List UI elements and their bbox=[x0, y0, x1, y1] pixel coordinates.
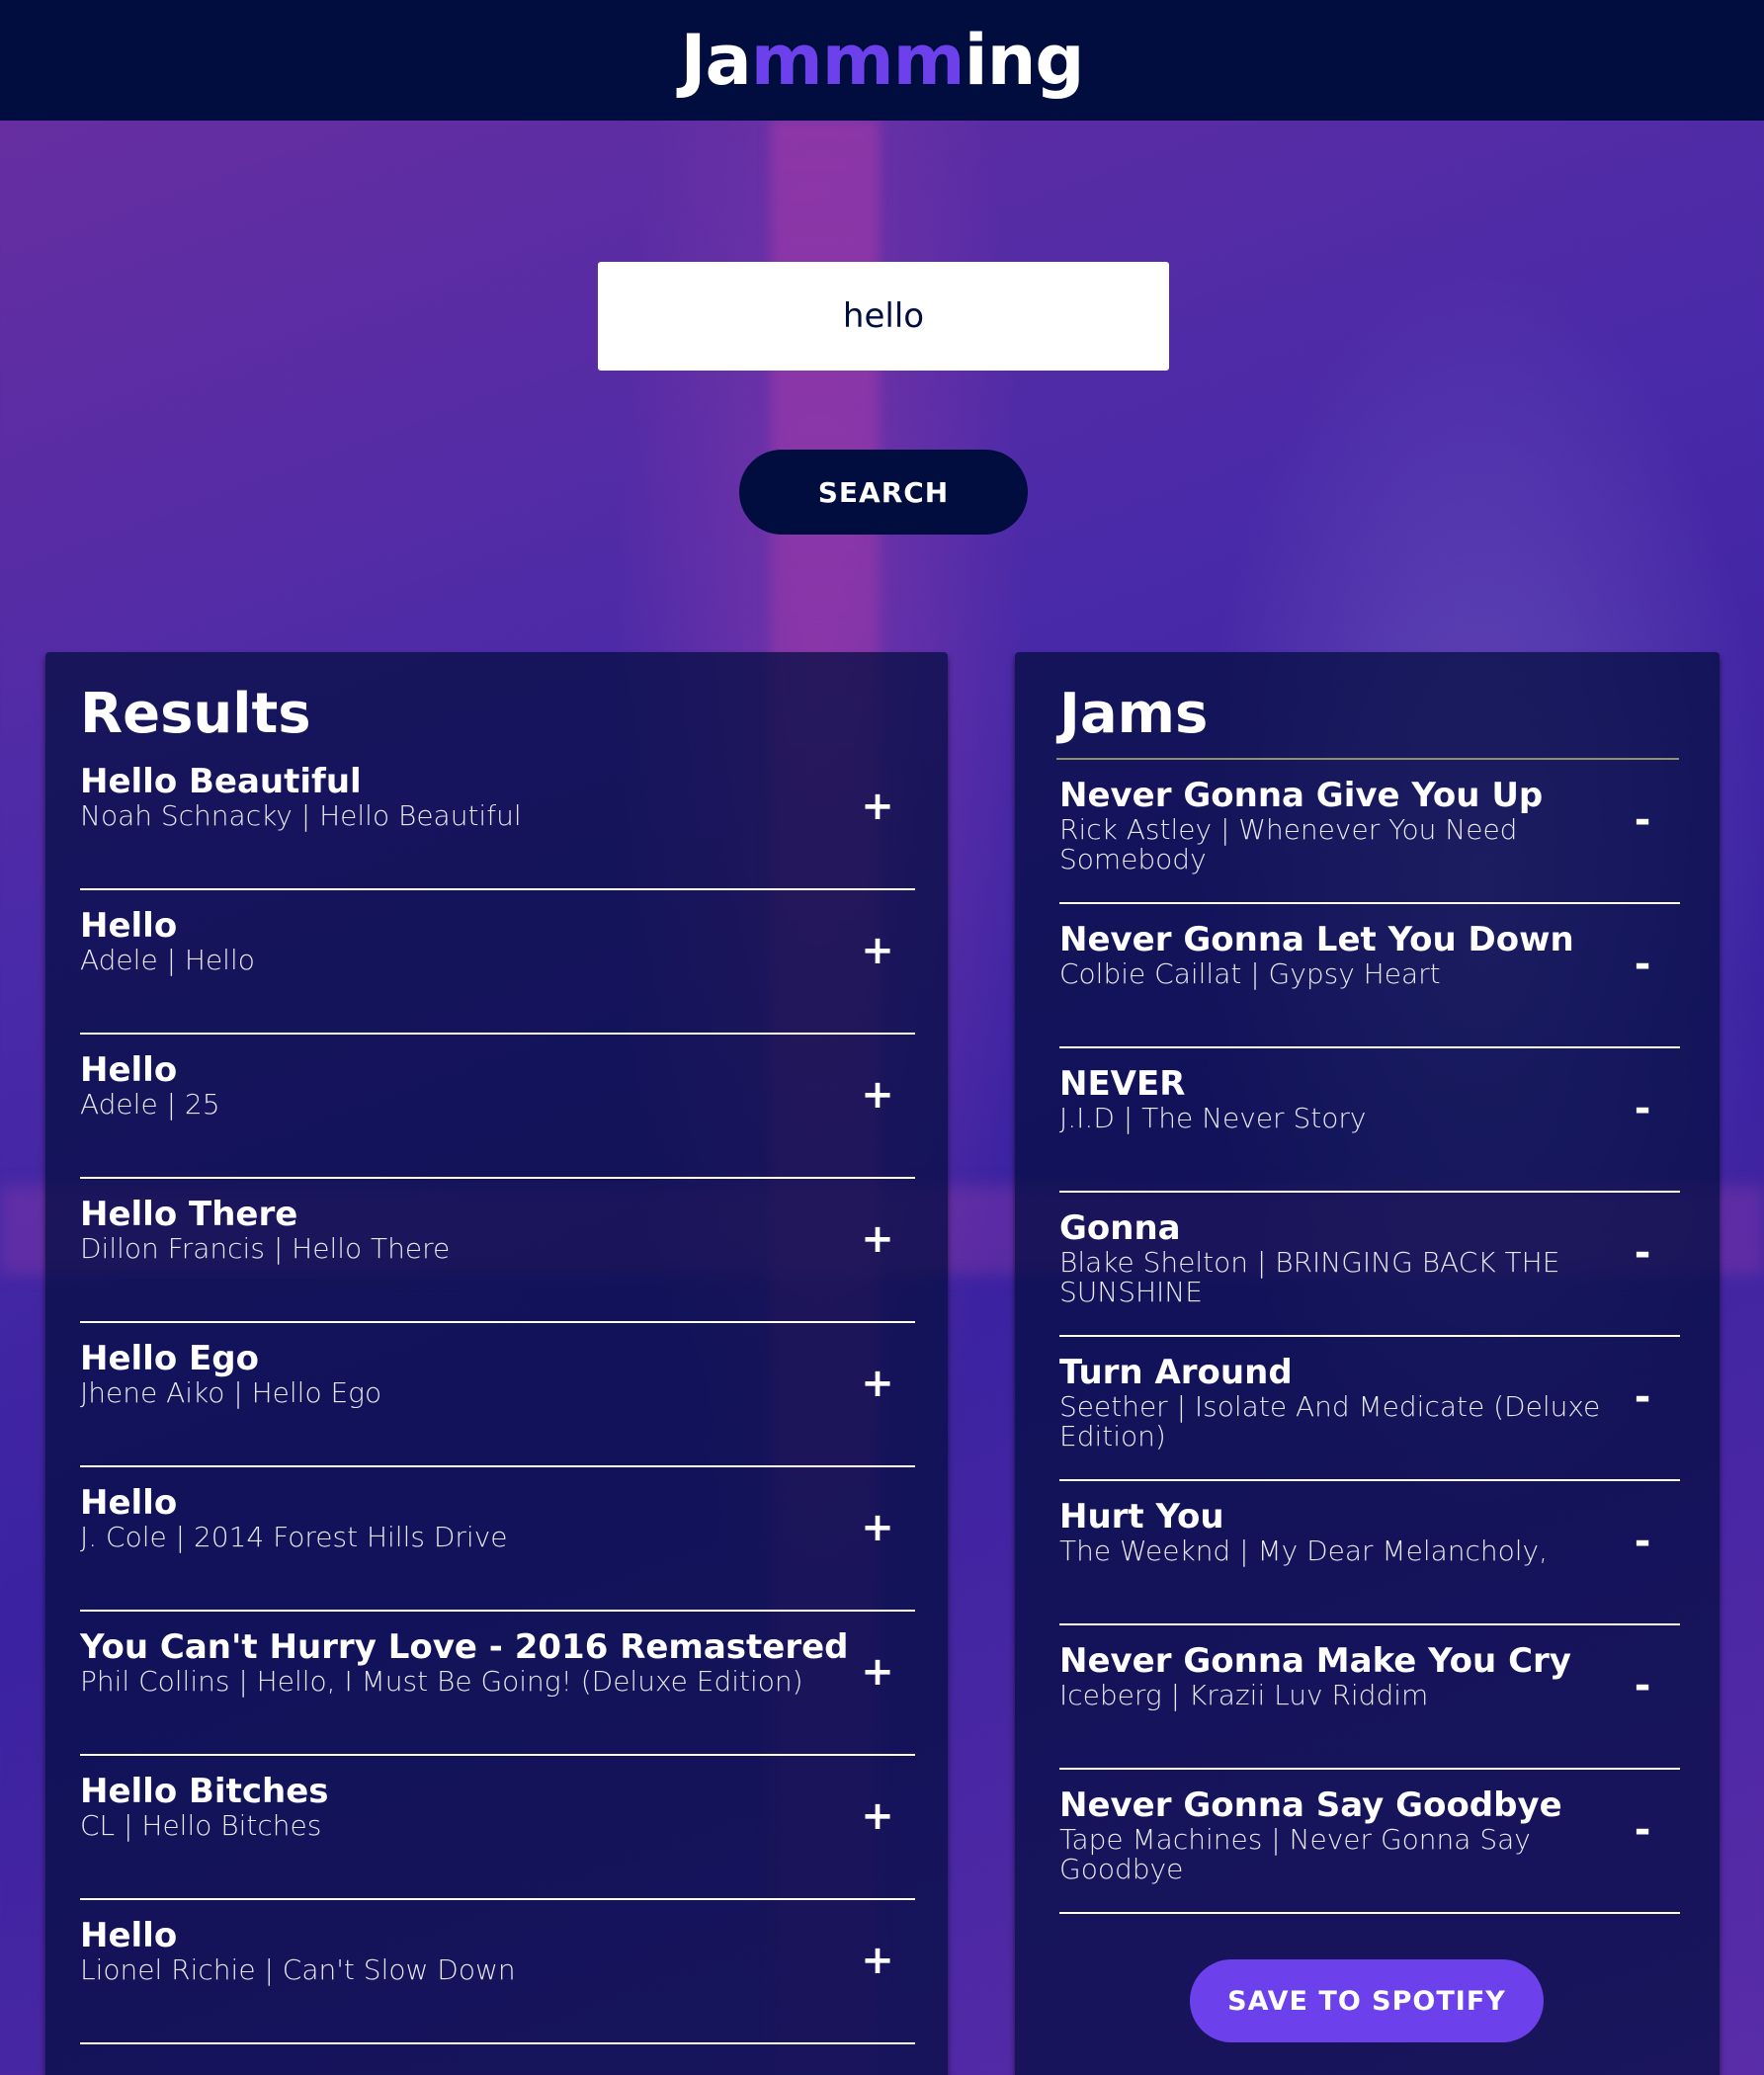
add-track-button[interactable]: + bbox=[858, 782, 897, 831]
track-info: Hello Bitches CL | Hello Bitches bbox=[80, 1772, 831, 1841]
track-name: Turn Around bbox=[1059, 1353, 1293, 1392]
track-name: Hurt You bbox=[1059, 1497, 1224, 1536]
track-info: Turn Around Seether | Isolate And Medica… bbox=[1059, 1353, 1613, 1452]
result-track: Hello Bitches CL | Hello Bitches + bbox=[80, 1756, 915, 1900]
search-input[interactable] bbox=[598, 262, 1169, 371]
track-artist-album: Jhene Aiko | Hello Ego bbox=[80, 1376, 382, 1409]
track-info: You Can't Hurry Love - 2016 Remastered P… bbox=[80, 1627, 849, 1698]
results-panel: Results Hello Beautiful Noah Schnacky | … bbox=[45, 652, 948, 2075]
result-track: Hello J. Cole | 2014 Forest Hills Drive … bbox=[80, 1467, 915, 1612]
track-name: Never Gonna Give You Up bbox=[1059, 776, 1544, 815]
track-artist-album: The Weeknd | My Dear Melancholy, bbox=[1059, 1535, 1549, 1567]
remove-track-button[interactable]: - bbox=[1623, 1661, 1662, 1710]
track-info: Hello J. Cole | 2014 Forest Hills Drive bbox=[80, 1483, 831, 1552]
track-name: Hello bbox=[80, 1050, 178, 1090]
track-info: Never Gonna Say Goodbye Tape Machines | … bbox=[1059, 1785, 1613, 1884]
track-info: Never Gonna Let You Down Colbie Caillat … bbox=[1059, 920, 1613, 989]
result-track: Hello Ego Jhene Aiko | Hello Ego + bbox=[80, 1323, 915, 1467]
app-header: Jammming bbox=[0, 0, 1764, 121]
remove-track-button[interactable]: - bbox=[1623, 1228, 1662, 1278]
track-info: Hurt You The Weeknd | My Dear Melancholy… bbox=[1059, 1497, 1613, 1566]
search-bar bbox=[598, 262, 1169, 371]
track-artist-album: Tape Machines | Never Gonna Say Goodbye bbox=[1059, 1823, 1531, 1885]
track-name: You Can't Hurry Love - 2016 Remastered bbox=[80, 1627, 849, 1667]
playlist-panel: Jams Never Gonna Give You Up Rick Astley… bbox=[1015, 652, 1720, 2075]
track-name: Hello Bitches bbox=[80, 1772, 329, 1811]
add-track-button[interactable]: + bbox=[858, 1214, 897, 1264]
track-artist-album: Iceberg | Krazii Luv Riddim bbox=[1059, 1679, 1429, 1711]
result-track: Hello Adele | 25 + bbox=[80, 1035, 915, 1179]
playlist-track: Gonna Blake Shelton | BRINGING BACK THE … bbox=[1059, 1193, 1680, 1337]
track-name: NEVER bbox=[1059, 1064, 1186, 1104]
remove-track-button[interactable]: - bbox=[1623, 1517, 1662, 1566]
app-logo: Jammming bbox=[680, 20, 1085, 101]
track-artist-album: Seether | Isolate And Medicate (Deluxe E… bbox=[1059, 1390, 1601, 1452]
track-artist-album: Phil Collins | Hello, I Must Be Going! (… bbox=[80, 1665, 803, 1698]
add-track-button[interactable]: + bbox=[858, 1503, 897, 1552]
logo-text-end: ing bbox=[964, 20, 1085, 101]
track-name: Hello bbox=[80, 906, 178, 946]
playlist-track: Never Gonna Make You Cry Iceberg | Krazi… bbox=[1059, 1625, 1680, 1770]
save-to-spotify-button[interactable]: SAVE TO SPOTIFY bbox=[1190, 1959, 1544, 2042]
add-track-button[interactable]: + bbox=[858, 926, 897, 975]
track-artist-album: J.I.D | The Never Story bbox=[1059, 1102, 1367, 1134]
playlist-track: Never Gonna Give You Up Rick Astley | Wh… bbox=[1059, 760, 1680, 904]
track-artist-album: Lionel Richie | Can't Slow Down bbox=[80, 1953, 516, 1986]
track-name: Gonna bbox=[1059, 1208, 1181, 1248]
playlist-track: Never Gonna Say Goodbye Tape Machines | … bbox=[1059, 1770, 1680, 1914]
track-name: Never Gonna Say Goodbye bbox=[1059, 1785, 1562, 1825]
playlist-track: NEVER J.I.D | The Never Story - bbox=[1059, 1048, 1680, 1193]
track-name: Hello bbox=[80, 1483, 178, 1523]
remove-track-button[interactable]: - bbox=[1623, 940, 1662, 989]
add-track-button[interactable]: + bbox=[858, 1791, 897, 1841]
result-track: Hello Beautiful Noah Schnacky | Hello Be… bbox=[80, 746, 915, 890]
track-name: Hello There bbox=[80, 1195, 298, 1234]
track-artist-album: Noah Schnacky | Hello Beautiful bbox=[80, 799, 522, 832]
search-button[interactable]: SEARCH bbox=[739, 450, 1028, 535]
remove-track-button[interactable]: - bbox=[1623, 795, 1662, 845]
track-name: Never Gonna Let You Down bbox=[1059, 920, 1574, 959]
track-name: Hello Ego bbox=[80, 1339, 259, 1378]
logo-text-start: Ja bbox=[680, 20, 751, 101]
track-info: Hello Ego Jhene Aiko | Hello Ego bbox=[80, 1339, 831, 1408]
add-track-button[interactable]: + bbox=[858, 1936, 897, 1985]
track-artist-album: Colbie Caillat | Gypsy Heart bbox=[1059, 957, 1441, 990]
track-info: Never Gonna Make You Cry Iceberg | Krazi… bbox=[1059, 1641, 1613, 1710]
result-track: Hello There Dillon Francis | Hello There… bbox=[80, 1179, 915, 1323]
result-track: You Can't Hurry Love - 2016 Remastered P… bbox=[80, 1612, 915, 1756]
results-title: Results bbox=[80, 682, 311, 746]
result-track: Hello Adele | Hello + bbox=[80, 890, 915, 1035]
add-track-button[interactable]: + bbox=[858, 1359, 897, 1408]
track-info: Hello Beautiful Noah Schnacky | Hello Be… bbox=[80, 762, 831, 831]
track-artist-album: CL | Hello Bitches bbox=[80, 1809, 322, 1842]
track-info: Hello Adele | 25 bbox=[80, 1050, 831, 1120]
logo-text-accent: mmm bbox=[750, 20, 966, 101]
playlist-title-input[interactable]: Jams bbox=[1059, 682, 1208, 746]
track-info: Hello There Dillon Francis | Hello There bbox=[80, 1195, 831, 1264]
track-artist-album: Blake Shelton | BRINGING BACK THE SUNSHI… bbox=[1059, 1246, 1560, 1308]
track-name: Hello bbox=[80, 1916, 178, 1955]
playlist-track: Turn Around Seether | Isolate And Medica… bbox=[1059, 1337, 1680, 1481]
track-artist-album: Adele | Hello bbox=[80, 944, 255, 976]
remove-track-button[interactable]: - bbox=[1623, 1805, 1662, 1855]
remove-track-button[interactable]: - bbox=[1623, 1084, 1662, 1133]
track-artist-album: Rick Astley | Whenever You Need Somebody bbox=[1059, 813, 1518, 875]
playlist-track: Never Gonna Let You Down Colbie Caillat … bbox=[1059, 904, 1680, 1048]
track-name: Hello Beautiful bbox=[80, 762, 362, 801]
track-info: Gonna Blake Shelton | BRINGING BACK THE … bbox=[1059, 1208, 1613, 1307]
track-info: Hello Adele | Hello bbox=[80, 906, 831, 975]
add-track-button[interactable]: + bbox=[858, 1647, 897, 1697]
track-info: NEVER J.I.D | The Never Story bbox=[1059, 1064, 1613, 1133]
add-track-button[interactable]: + bbox=[858, 1070, 897, 1120]
playlist-track: Hurt You The Weeknd | My Dear Melancholy… bbox=[1059, 1481, 1680, 1625]
track-artist-album: J. Cole | 2014 Forest Hills Drive bbox=[80, 1521, 508, 1553]
track-artist-album: Dillon Francis | Hello There bbox=[80, 1232, 451, 1265]
track-name: Never Gonna Make You Cry bbox=[1059, 1641, 1571, 1681]
track-info: Never Gonna Give You Up Rick Astley | Wh… bbox=[1059, 776, 1613, 874]
remove-track-button[interactable]: - bbox=[1623, 1372, 1662, 1422]
result-track: Hello Lionel Richie | Can't Slow Down + bbox=[80, 1900, 915, 2044]
track-info: Hello Lionel Richie | Can't Slow Down bbox=[80, 1916, 831, 1985]
track-artist-album: Adele | 25 bbox=[80, 1088, 220, 1120]
